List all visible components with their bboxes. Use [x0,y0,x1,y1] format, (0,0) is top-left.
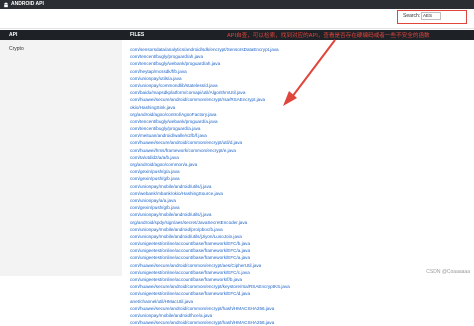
api-name: Crypto [9,46,24,52]
file-link[interactable]: com/meituan/android/walle/v2/b/f.java [130,132,290,139]
file-link[interactable]: com/huawei/secure/android/common/encrypt… [130,139,290,146]
file-link[interactable]: com/gexin/push/g/b.java [130,175,290,182]
file-link[interactable]: com/unionpay/mobile/android/hce/a.java [130,312,290,319]
file-link[interactable]: com/unigeetest/online/account/base/frame… [130,276,290,283]
search-label: Search: [403,13,421,19]
file-link[interactable]: com/huawei/secure/android/common/encrypt… [130,305,290,312]
search-input[interactable]: AES [421,12,441,20]
file-link[interactable]: org/android/spdy/sign/aes/secret/JavaSec… [130,219,290,226]
file-link[interactable]: com/unionpay/mobile/android/utils/jJiyon… [130,233,290,240]
file-link[interactable]: com/unigeetest/online/account/base/frame… [130,269,290,276]
file-link[interactable]: com/tencent/bugly/proguard/ah.java [130,53,290,60]
file-link[interactable]: com/huawei/secure/android/common/encrypt… [130,283,290,290]
file-link[interactable]: com/gexin/push/g/b.java [130,204,290,211]
app-header: ANDROID API [0,0,474,9]
file-link[interactable]: com/baidu/mapsdkplatform/comapi/util/Alg… [130,89,290,96]
file-link[interactable]: com/unigeetest/online/account/base/frame… [130,240,290,247]
file-link[interactable]: com/tencent/bugly/webank/proguard/a.java [130,118,290,125]
file-link[interactable]: com/gexin/push/g/a.java [130,168,290,175]
file-link[interactable]: com/huawei/secure/android/common/encrypt… [130,319,290,326]
file-link[interactable]: com/unionpay/a/a.java [130,197,290,204]
file-link[interactable]: anet/channel/util/HMacUtil.java [130,298,290,305]
file-link[interactable]: com/huawei/secure/android/common/encrypt… [130,96,290,103]
watermark: CSDN @Coaaaaaa [426,269,470,275]
file-list: com/sensorsdata/analytics/android/sdk/en… [130,46,290,326]
file-link[interactable]: org/android/agoo/control/AgooFactory.jav… [130,111,290,118]
android-icon [4,2,8,7]
file-link[interactable]: com/unionpay/commondlib/stateless/d.java [130,82,290,89]
file-link[interactable]: com/sensorsdata/analytics/android/sdk/en… [130,46,290,53]
file-link[interactable]: com/unionpay/mobile/android/utils/j.java [130,183,290,190]
file-link[interactable]: com/huawei/secure/android/common/encrypt… [130,262,290,269]
file-link[interactable]: com/unigeetest/online/account/base/frame… [130,290,290,297]
file-link[interactable]: com/ta/utdid2/a/a/b.java [130,154,290,161]
api-column [0,40,122,276]
column-header-files[interactable]: FILES [130,32,144,38]
file-link[interactable]: com/unigeetest/online/account/base/frame… [130,254,290,261]
file-link[interactable]: org/android/agoo/common/a.java [130,161,290,168]
file-link[interactable]: com/unionpay/utils/a.java [130,75,290,82]
file-link[interactable]: com/unionpay/mobile/android/utils/j.java [130,211,290,218]
file-link[interactable]: com/unionpay/mobile/android/pro/pboc/b.j… [130,226,290,233]
annotation-text: API自查，可以检索，找到对应的API，查看是否存在硬编码或者一些不安全的函数 [227,33,430,39]
app-title: ANDROID API [11,1,44,7]
column-header-api[interactable]: API [9,32,17,38]
file-link[interactable]: com/tencent/bugly/webank/proguard/ah.jav… [130,60,290,67]
file-link[interactable]: com/unigeetest/online/account/base/frame… [130,247,290,254]
file-link[interactable]: com/webank/mbank/okio/HashingSource.java [130,190,290,197]
file-link[interactable]: okio/HashingSink.java [130,104,290,111]
file-link[interactable]: com/tencent/bugly/proguard/a.java [130,125,290,132]
file-link[interactable]: com/heytap/mcssdk/f/b.java [130,68,290,75]
file-link[interactable]: com/huawei/hms/framework/common/encrypt/… [130,147,290,154]
